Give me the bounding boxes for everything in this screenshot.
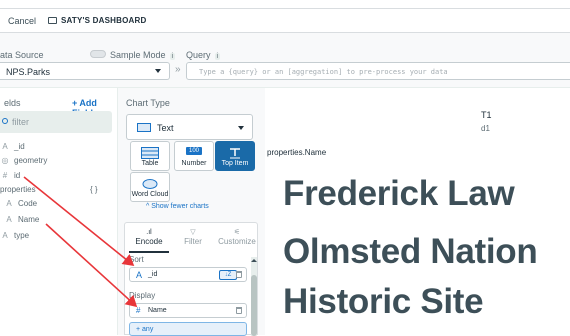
field-name: geometry	[14, 155, 48, 165]
table-chart-icon	[141, 147, 159, 159]
field-item-properties[interactable]: properties { }	[0, 183, 118, 195]
query-label: Query i	[186, 50, 221, 60]
word-cloud-chart-icon	[142, 179, 158, 189]
cancel-button[interactable]: Cancel	[8, 16, 36, 26]
preview-property-label: properties.Name	[267, 148, 327, 157]
trash-icon[interactable]	[236, 271, 242, 278]
encode-icon: .ıl	[146, 229, 152, 236]
query-placeholder: Type a {query} or an [aggregation] to pr…	[199, 68, 448, 76]
top-item-chart-icon	[230, 148, 240, 159]
string-type-icon: A	[2, 230, 8, 240]
text-chart-icon	[137, 123, 151, 132]
tab-filter[interactable]: ▽ Filter	[173, 229, 213, 246]
fields-header: elds + Add Field	[0, 98, 118, 118]
dashboard-title: SATY'S DASHBOARD	[61, 16, 147, 25]
chart-type-name: Top Item	[221, 160, 249, 167]
sort-direction-button[interactable]: ↓Z	[219, 270, 237, 280]
chevron-right-icon: »	[175, 64, 181, 75]
app-window: Cancel SATY'S DASHBOARD ata Source Sampl…	[0, 0, 570, 336]
preview-value-line: Olmsted Nation	[283, 232, 538, 271]
chart-type-name: Number	[181, 160, 207, 167]
field-name: Code	[18, 198, 38, 208]
sort-section-label: Sort	[129, 255, 144, 264]
field-item-geometry[interactable]: ◎ geometry	[0, 154, 48, 166]
sort-field-name: _id	[148, 271, 158, 278]
tab-encode[interactable]: .ıl Encode	[129, 229, 169, 246]
string-type-icon: A	[6, 214, 12, 224]
top-bar: Cancel SATY'S DASHBOARD	[0, 8, 570, 33]
field-name: id	[14, 170, 21, 180]
chart-type-word-cloud[interactable]: Word Cloud	[130, 172, 170, 202]
chevron-down-icon	[155, 69, 161, 73]
chart-type-name: Table	[141, 160, 159, 167]
fields-title: elds	[4, 98, 21, 108]
field-item-code[interactable]: A Code	[4, 197, 37, 209]
geo-type-icon: ◎	[1, 155, 9, 165]
preview-value-line: Frederick Law	[283, 174, 515, 213]
chart-type-top-item[interactable]: Top Item	[215, 141, 255, 171]
field-name: type	[14, 230, 30, 240]
dashboard-icon	[48, 17, 58, 24]
data-source-select[interactable]: NPS.Parks	[0, 62, 170, 80]
sample-mode-label: Sample Mode i	[110, 50, 176, 60]
sort-field-pill[interactable]: A _id ↓Z	[129, 267, 247, 282]
filter-placeholder: filter	[12, 117, 30, 127]
string-type-icon: A	[2, 141, 8, 151]
data-source-label: ata Source	[0, 50, 44, 60]
number-chart-icon: 100	[185, 147, 203, 155]
chart-type-number[interactable]: 100 Number	[174, 141, 214, 171]
field-item-id[interactable]: A _id	[0, 140, 25, 152]
chart-type-value: Text	[157, 123, 174, 133]
info-icon[interactable]: i	[214, 53, 221, 60]
field-name: _id	[14, 141, 25, 151]
preview-value-line: Historic Site	[283, 282, 484, 321]
field-name: Name	[18, 214, 40, 224]
display-field-pill[interactable]: # Name	[129, 303, 247, 318]
tab-customize[interactable]: ⚟ Customize	[215, 229, 259, 246]
preview-t1: T1	[481, 110, 492, 120]
sample-mode-toggle[interactable]	[90, 50, 106, 58]
query-input[interactable]: Type a {query} or an [aggregation] to pr…	[186, 62, 570, 80]
add-any-drop-zone[interactable]: + any	[129, 322, 247, 336]
customize-icon: ⚟	[233, 229, 241, 236]
chart-type-table[interactable]: Table	[130, 141, 170, 171]
search-icon	[2, 118, 8, 124]
encode-scrollbar-thumb[interactable]	[251, 275, 257, 336]
tab-label: Customize	[218, 237, 256, 246]
field-item-type[interactable]: A type	[0, 229, 29, 241]
chart-preview: T1 d1 properties.Name Frederick Law Olms…	[265, 88, 570, 335]
chart-config-panel: Chart Type Text Table 100 Number Top Ite…	[118, 88, 265, 336]
chart-type-select[interactable]: Text	[126, 114, 253, 140]
info-icon[interactable]: i	[169, 53, 176, 60]
preview-d1: d1	[481, 124, 490, 133]
trash-icon[interactable]	[236, 307, 242, 314]
number-type-icon: #	[136, 306, 141, 315]
chevron-down-icon	[238, 126, 244, 130]
display-section-label: Display	[129, 291, 156, 300]
data-source-value: NPS.Parks	[6, 67, 51, 77]
show-fewer-charts-link[interactable]: ^ Show fewer charts	[146, 203, 209, 210]
fields-panel: elds + Add Field filter A _id ◎ geometry…	[0, 88, 118, 335]
add-any-label: + any	[136, 326, 154, 333]
scroll-up-icon[interactable]	[251, 257, 257, 265]
number-type-icon: #	[2, 170, 8, 180]
string-type-icon: A	[6, 198, 12, 208]
field-item-numeric-id[interactable]: # id	[0, 169, 20, 181]
encode-panel: .ıl Encode ▽ Filter ⚟ Customize Sort A _…	[124, 222, 259, 336]
tab-label: Filter	[184, 237, 202, 246]
chart-type-label: Chart Type	[126, 98, 170, 108]
field-name: properties	[0, 184, 36, 194]
filter-icon: ▽	[190, 229, 196, 236]
tab-label: Encode	[135, 237, 163, 246]
field-item-name[interactable]: A Name	[4, 213, 39, 225]
string-type-icon: A	[136, 270, 143, 280]
active-tab-indicator	[129, 251, 169, 253]
display-field-name: Name	[148, 307, 167, 314]
field-filter-input[interactable]: filter	[0, 111, 112, 133]
object-type-icon: { }	[90, 184, 98, 194]
chart-type-name: Word Cloud	[131, 191, 169, 198]
